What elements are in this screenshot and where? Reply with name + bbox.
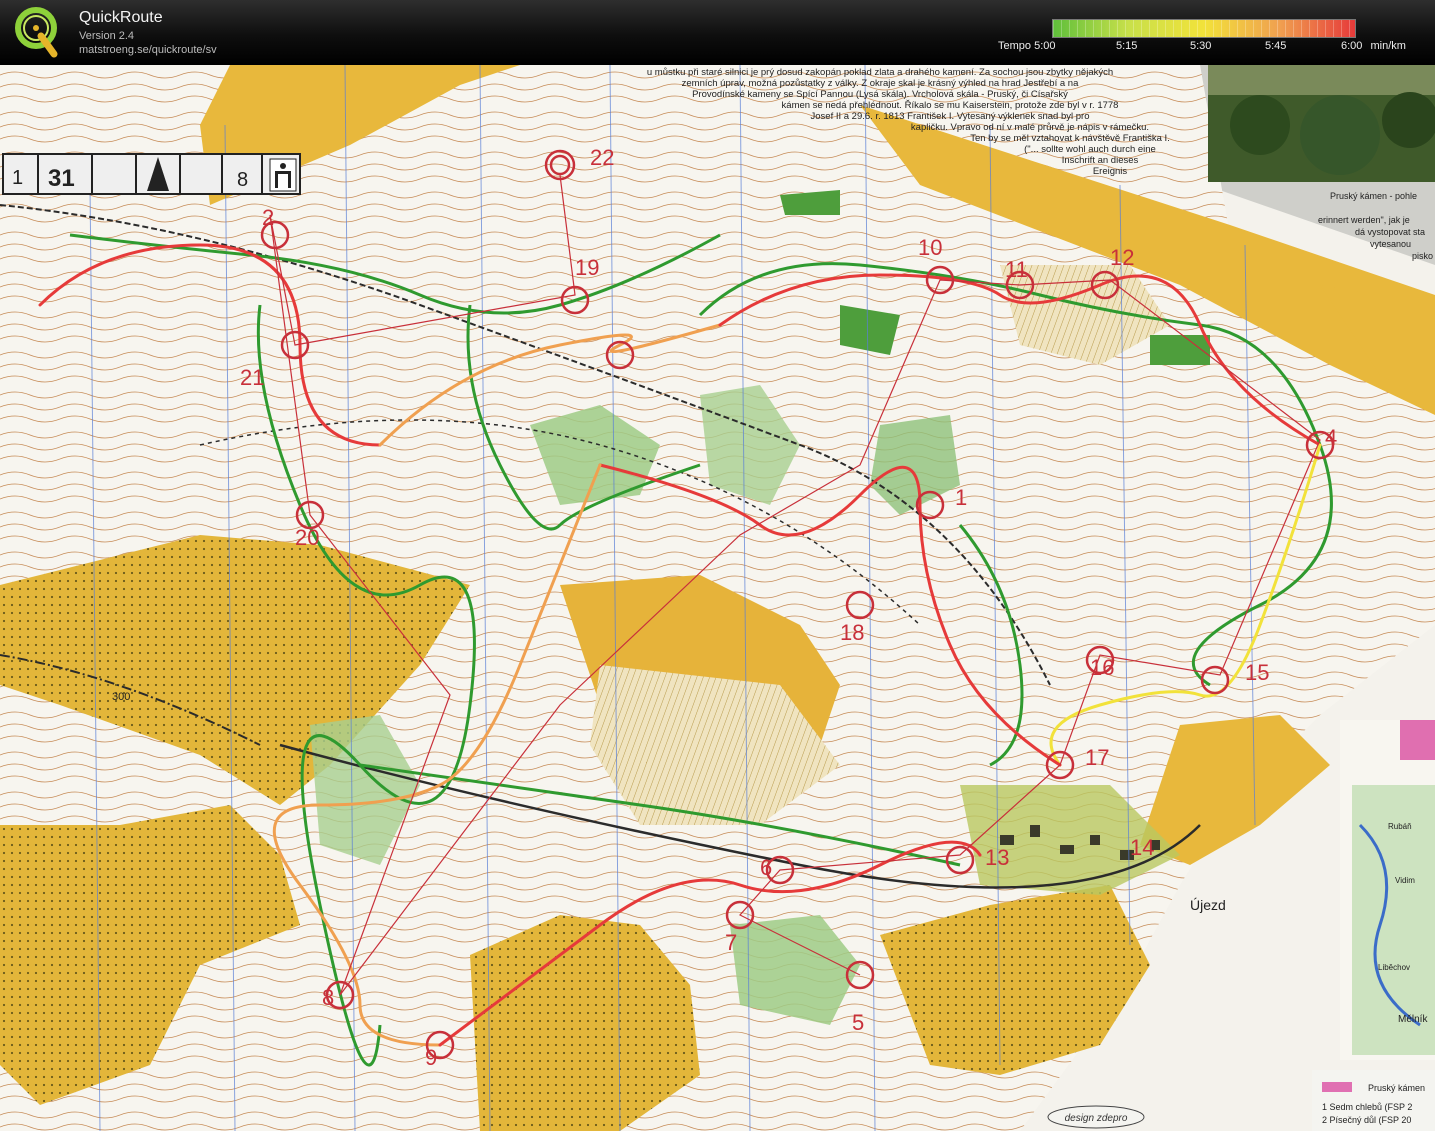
inset-place-1: Vidim — [1395, 876, 1415, 885]
tempo-tick-2: 5:30 — [1190, 40, 1212, 52]
control-number-11: 11 — [1005, 257, 1028, 282]
control-number-12: 12 — [1110, 245, 1134, 270]
control-number-9: 9 — [425, 1045, 437, 1070]
inset-place-0: Rubáň — [1388, 822, 1412, 831]
control-number-4: 4 — [1325, 425, 1337, 450]
svg-text:vytesanou: vytesanou — [1370, 239, 1411, 249]
person-icon — [269, 158, 297, 192]
quickroute-logo-icon — [15, 7, 58, 58]
svg-text:dá vystopovat sta: dá vystopovat sta — [1355, 227, 1425, 237]
svg-text:Ten by se měl vztahovat k návš: Ten by se měl vztahovat k návštěvě Frant… — [970, 133, 1170, 144]
control-number-7: 7 — [725, 930, 737, 955]
svg-text:("... sollte wohl auch durch e: ("... sollte wohl auch durch eine — [1024, 144, 1156, 155]
tempo-tick-1: 5:15 — [1116, 40, 1138, 52]
control-number-22: 22 — [590, 145, 614, 170]
contour-label: 300 — [112, 691, 130, 703]
svg-text:u můstku při staré silnici je: u můstku při staré silnici je prý dosud … — [647, 67, 1113, 78]
tempo-label-group: Tempo 5:00 — [998, 40, 1056, 52]
control-number-17: 17 — [1085, 745, 1109, 770]
photo-caption: Pruský kámen - pohle — [1330, 191, 1417, 201]
orienteering-map-photo[interactable]: 22 2 21 19 10 11 12 4 15 16 17 18 20 1 1… — [0, 65, 1435, 1131]
svg-text:kámen se nedá přehlédnout. Řík: kámen se nedá přehlédnout. Říkalo se mu … — [782, 100, 1119, 111]
legend-item-0: 1 Sedm chlebů (FSP 2 — [1322, 1102, 1412, 1112]
control-number-1: 1 — [955, 485, 967, 510]
app-url[interactable]: matstroeng.se/quickroute/sv — [79, 44, 217, 56]
svg-text:Inschrift an dieses: Inschrift an dieses — [1062, 155, 1139, 166]
control-number-15: 15 — [1245, 660, 1269, 685]
control-number-18: 18 — [840, 620, 864, 645]
map-canvas[interactable]: 22 2 21 19 10 11 12 4 15 16 17 18 20 1 1… — [0, 65, 1435, 1131]
control-number-14: 14 — [1130, 835, 1154, 860]
legend-item-1: 2 Písečný důl (FSP 20 — [1322, 1115, 1411, 1125]
tempo-color-bar — [1052, 19, 1356, 38]
designer-logo: design zdepro — [1047, 1105, 1145, 1129]
svg-text:kapličku. Vpravo od ní v malé: kapličku. Vpravo od ní v malé průrvě je … — [911, 122, 1149, 133]
course-header-strip: 1 31 8 — [2, 153, 301, 195]
svg-text:erinnert werden", jak je: erinnert werden", jak je — [1318, 215, 1410, 225]
svg-text:pisko: pisko — [1412, 251, 1433, 261]
control-number-2: 2 — [262, 205, 274, 230]
map-legend-box: Pruský kámen 1 Sedm chlebů (FSP 2 2 Píse… — [1312, 1070, 1435, 1131]
control-number-6: 6 — [760, 855, 772, 880]
control-number-21: 21 — [240, 365, 264, 390]
control-number-5: 5 — [852, 1010, 864, 1035]
control-number-19: 19 — [575, 255, 599, 280]
tempo-tick-0: 5:00 — [1034, 40, 1056, 52]
tempo-tick-3: 5:45 — [1265, 40, 1287, 52]
photo-pruský-kamen: Pruský kámen - pohle — [1208, 65, 1435, 201]
control-number-13: 13 — [985, 845, 1009, 870]
app-title: QuickRoute — [79, 9, 163, 26]
control-number-20: 20 — [295, 525, 319, 550]
svg-text:zemních úprav, možná pozůstatk: zemních úprav, možná pozůstatky z války.… — [682, 78, 1079, 89]
top-bar: QuickRoute Version 2.4 matstroeng.se/qui… — [0, 0, 1435, 65]
app-version: Version 2.4 — [79, 30, 135, 42]
svg-text:Josef II a 29.6. r. 1813 Frant: Josef II a 29.6. r. 1813 František I. Vy… — [811, 111, 1090, 122]
place-label: Újezd — [1190, 897, 1226, 913]
svg-text:design zdepro: design zdepro — [1065, 1113, 1128, 1124]
svg-text:Ereignis: Ereignis — [1093, 166, 1128, 177]
inset-place-3: Mělník — [1398, 1014, 1428, 1025]
control-number-8: 8 — [322, 985, 334, 1010]
header-leg-length: 8 — [237, 169, 248, 191]
tempo-unit: min/km — [1370, 40, 1406, 52]
legend-title: Pruský kámen — [1368, 1083, 1425, 1093]
inset-overview-map: Rubáň Vidim Liběchov Mělník — [1340, 720, 1435, 1060]
header-class-number: 1 — [12, 167, 23, 189]
header-control-count: 31 — [48, 165, 75, 192]
tempo-tick-4: 6:00 — [1341, 40, 1363, 52]
control-number-16: 16 — [1090, 655, 1114, 680]
svg-text:Provodínské kameny se Spící Pa: Provodínské kameny se Spící Pannou (Lysá… — [692, 89, 1068, 100]
inset-place-2: Liběchov — [1378, 963, 1410, 972]
tempo-label: Tempo — [998, 40, 1032, 52]
control-number-10: 10 — [918, 235, 942, 260]
tempo-tick-4-group: 6:00 min/km — [1341, 40, 1406, 52]
quickroute-window: QuickRoute Version 2.4 matstroeng.se/qui… — [0, 0, 1435, 1131]
